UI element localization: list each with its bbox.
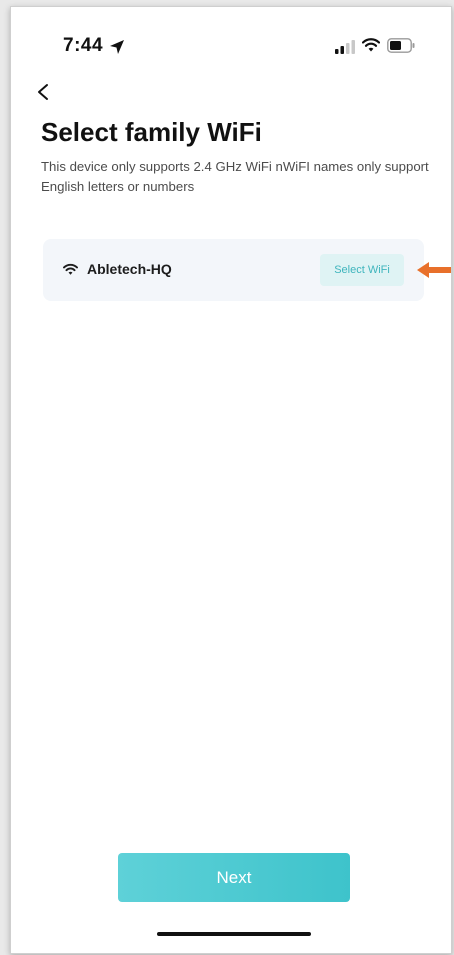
back-button[interactable] <box>33 77 59 107</box>
wifi-network-card: Abletech-HQ Select WiFi <box>43 239 424 301</box>
phone-screen: 7:44 Select family WiFi This device only… <box>10 6 452 954</box>
home-indicator <box>157 932 311 936</box>
page-title: Select family WiFi <box>41 117 262 147</box>
battery-icon <box>387 38 415 53</box>
page-description: This device only supports 2.4 GHz WiFi n… <box>41 159 429 194</box>
status-bar: 7:44 <box>11 7 451 77</box>
arrow-left-icon <box>417 262 451 278</box>
wifi-network-name: Abletech-HQ <box>87 261 172 277</box>
cellular-signal-icon <box>335 40 355 54</box>
next-button[interactable]: Next <box>118 853 350 902</box>
location-arrow-icon <box>110 40 124 54</box>
select-wifi-button[interactable]: Select WiFi <box>320 254 404 286</box>
wifi-icon <box>362 38 380 52</box>
wifi-icon <box>63 263 78 275</box>
status-time: 7:44 <box>63 35 104 56</box>
